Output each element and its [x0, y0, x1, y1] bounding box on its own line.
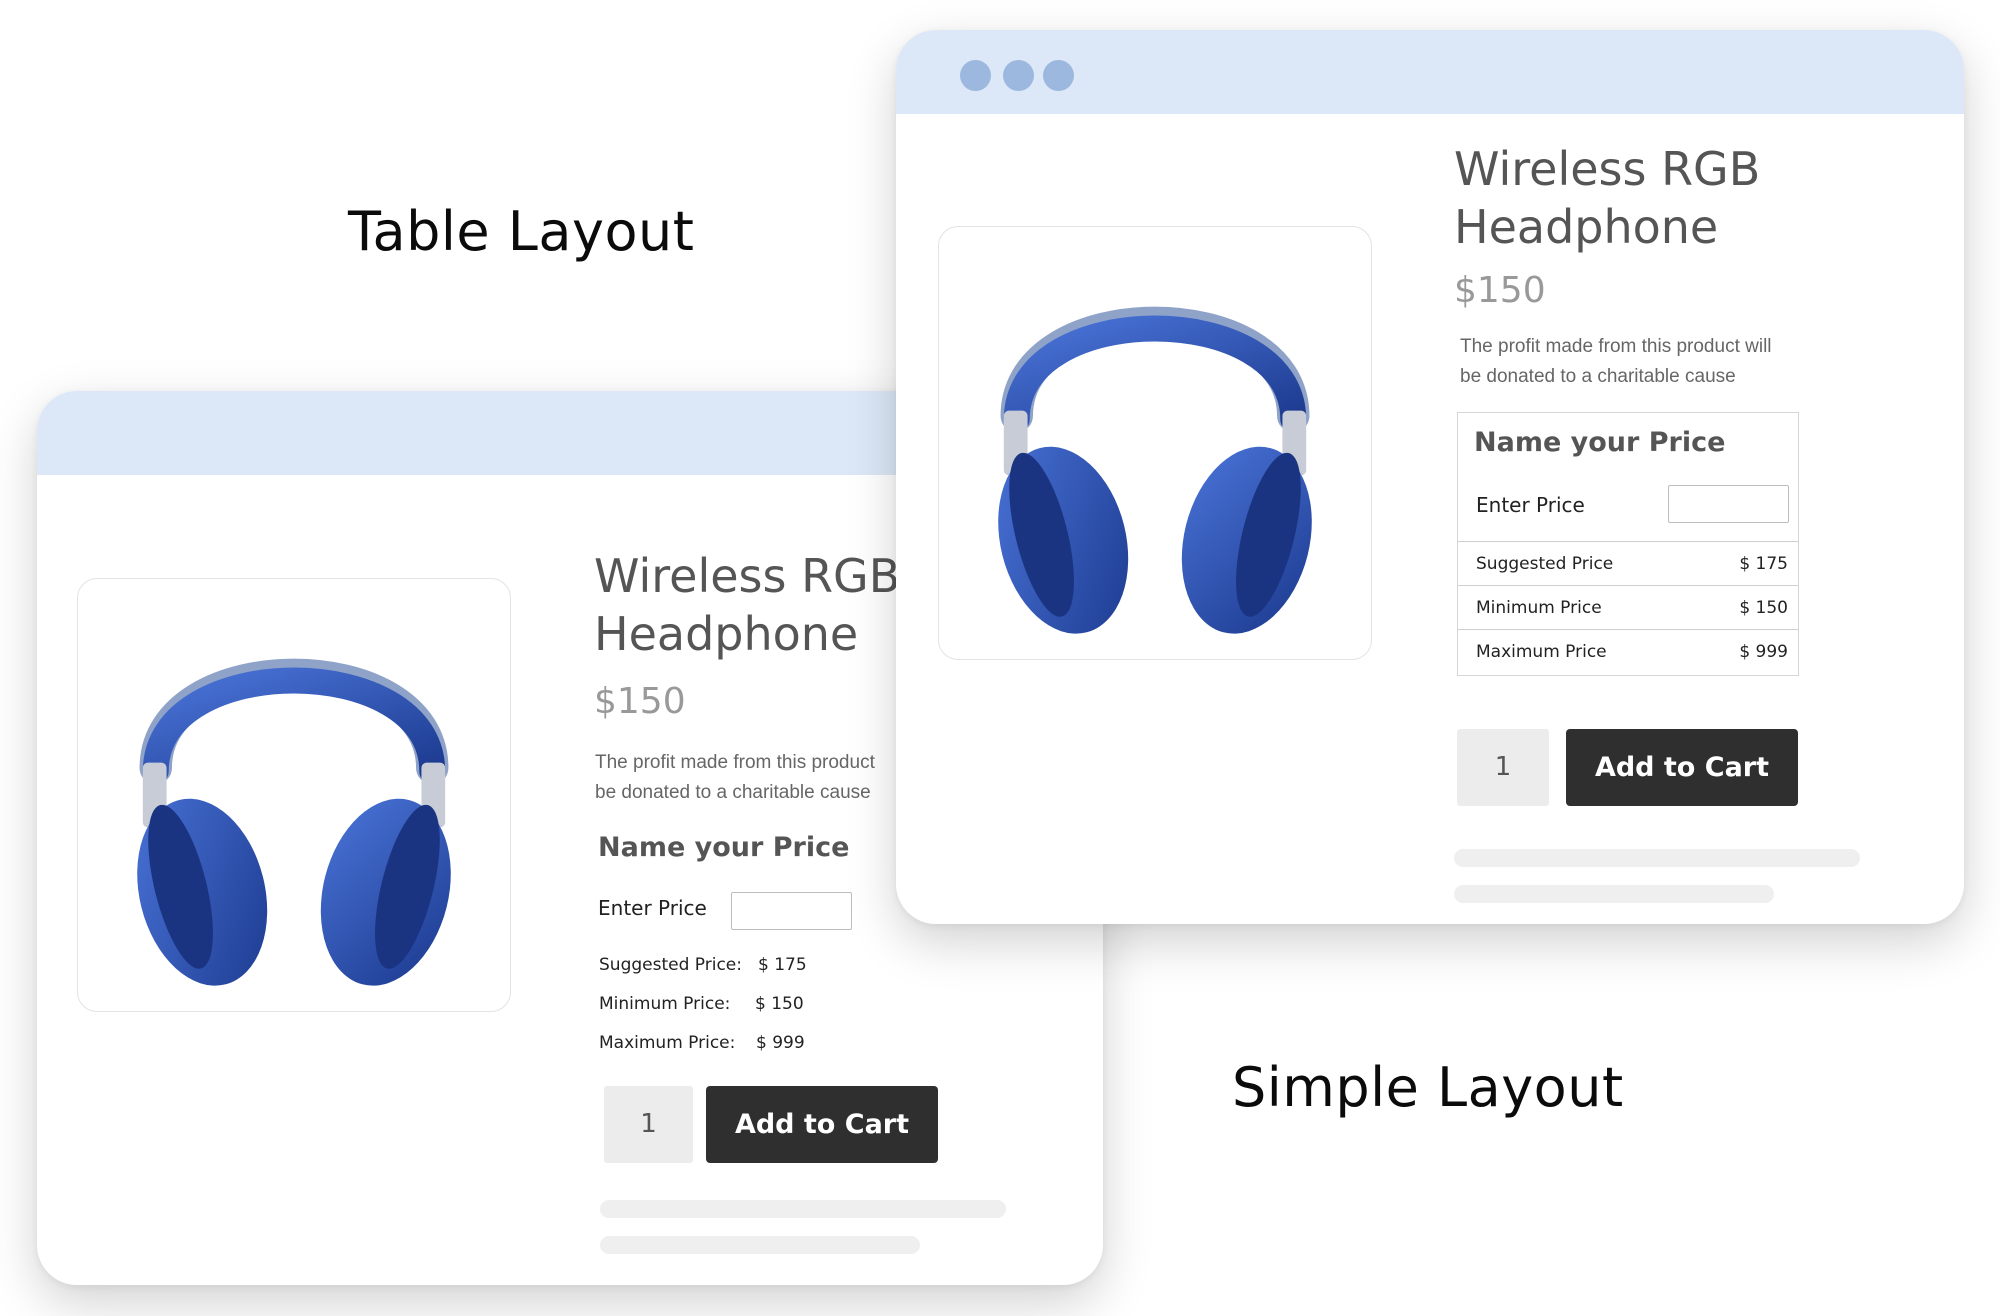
maximum-price-label: Maximum Price:	[599, 1033, 736, 1053]
table-layout-caption: Table Layout	[348, 200, 695, 263]
product-image	[938, 226, 1372, 660]
add-to-cart-button[interactable]: Add to Cart	[706, 1086, 938, 1163]
window-titlebar	[896, 30, 1964, 114]
headphones-icon	[998, 306, 1312, 634]
product-price: $150	[1454, 270, 1546, 311]
product-description-line1: The profit made from this product	[595, 752, 875, 773]
minimum-price-label: Minimum Price:	[599, 994, 731, 1014]
product-title-line1: Wireless RGB	[1454, 142, 1761, 196]
maximum-price-row: Maximum Price $ 999	[1458, 629, 1798, 674]
name-your-price-heading: Name your Price	[598, 832, 850, 863]
add-to-cart-button[interactable]: Add to Cart	[1566, 729, 1798, 806]
placeholder-bar	[600, 1200, 1006, 1218]
price-table: Name your Price Enter Price Suggested Pr…	[1457, 412, 1799, 676]
suggested-price-row: Suggested Price $ 175	[1458, 541, 1798, 586]
product-image	[77, 578, 511, 1012]
headphones-icon	[137, 658, 451, 986]
maximum-price-value: $ 999	[1739, 642, 1788, 662]
enter-price-input[interactable]	[731, 892, 852, 930]
name-your-price-heading: Name your Price	[1474, 427, 1726, 458]
product-description-line2: be donated to a charitable cause	[595, 782, 871, 803]
simple-layout-caption: Simple Layout	[1232, 1056, 1624, 1119]
window-dot[interactable]	[1043, 60, 1074, 91]
minimum-price-label: Minimum Price	[1476, 598, 1602, 618]
quantity-input[interactable]: 1	[604, 1086, 693, 1163]
placeholder-bar	[600, 1236, 920, 1254]
placeholder-bar	[1454, 885, 1774, 903]
suggested-price-label: Suggested Price:	[599, 955, 742, 975]
quantity-input[interactable]: 1	[1457, 729, 1549, 806]
product-title-line1: Wireless RGB	[594, 549, 901, 603]
product-price: $150	[594, 681, 686, 722]
product-description-line2: be donated to a charitable cause	[1460, 366, 1736, 387]
suggested-price-value: $ 175	[758, 955, 807, 975]
window-dot[interactable]	[960, 60, 991, 91]
minimum-price-value: $ 150	[755, 994, 804, 1014]
maximum-price-label: Maximum Price	[1476, 642, 1607, 662]
suggested-price-value: $ 175	[1739, 554, 1788, 574]
suggested-price-label: Suggested Price	[1476, 554, 1614, 574]
minimum-price-row: Minimum Price $ 150	[1458, 585, 1798, 630]
simple-layout-window: Wireless RGB Headphone $150 The profit m…	[896, 30, 1964, 924]
enter-price-label: Enter Price	[1476, 493, 1585, 517]
maximum-price-value: $ 999	[756, 1033, 805, 1053]
enter-price-input[interactable]	[1668, 485, 1789, 523]
enter-price-label: Enter Price	[598, 896, 707, 920]
minimum-price-value: $ 150	[1739, 598, 1788, 618]
window-dot[interactable]	[1003, 60, 1034, 91]
product-title-line2: Headphone	[1454, 200, 1719, 254]
product-description-line1: The profit made from this product will	[1460, 336, 1772, 357]
placeholder-bar	[1454, 849, 1860, 867]
product-title-line2: Headphone	[594, 607, 859, 661]
